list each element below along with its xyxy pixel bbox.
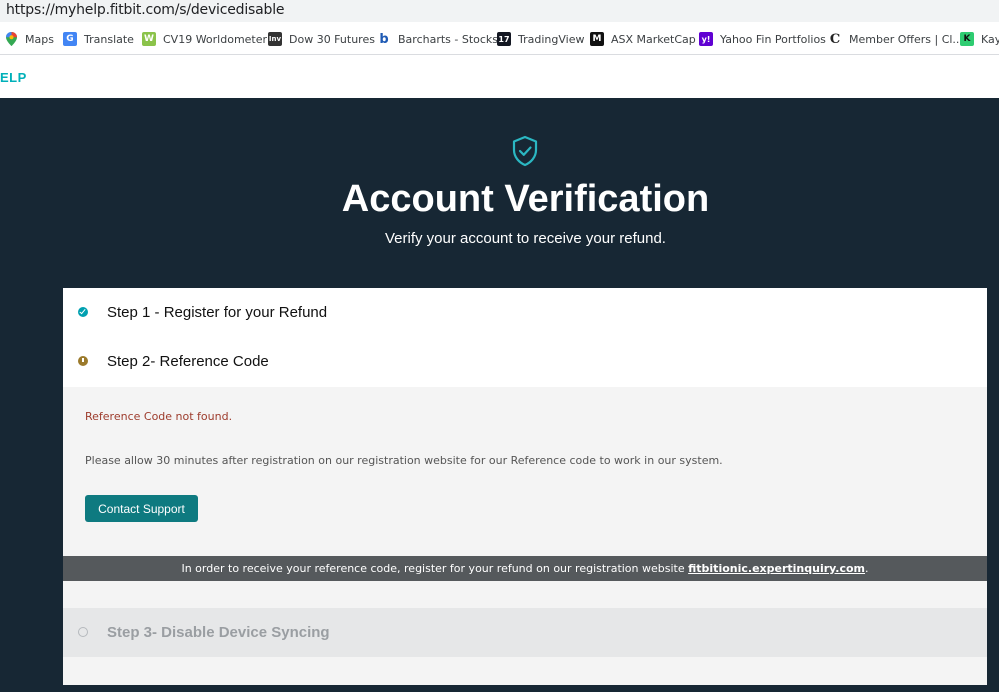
step-1[interactable]: Step 1 - Register for your Refund: [63, 288, 987, 338]
registration-banner: In order to receive your reference code,…: [63, 556, 987, 581]
site-logo[interactable]: ELP: [0, 70, 27, 85]
bookmark-kay[interactable]: K Kay: [960, 30, 999, 48]
marketcap-icon: M: [590, 32, 604, 46]
step-3-label: Step 3- Disable Device Syncing: [107, 624, 330, 641]
worldometer-icon: W: [142, 32, 156, 46]
error-message: Reference Code not found.: [85, 410, 233, 423]
bookmark-dow-futures[interactable]: Inv Dow 30 Futures: [268, 30, 375, 48]
bookmark-label: Yahoo Fin Portfolios: [720, 32, 826, 46]
tradingview-icon: 17: [497, 32, 511, 46]
card-footer: [63, 657, 987, 685]
page-subtitle: Verify your account to receive your refu…: [385, 230, 666, 247]
bookmark-label: Kay: [981, 32, 999, 46]
k-icon: K: [960, 32, 974, 46]
url-text[interactable]: https://myhelp.fitbit.com/s/devicedisabl…: [6, 2, 284, 18]
step-3[interactable]: Step 3- Disable Device Syncing: [63, 608, 987, 657]
panel-spacer: [63, 581, 987, 608]
bookmark-maps[interactable]: Maps: [4, 30, 54, 48]
bookmarks-bar: Maps G Translate W CV19 Worldometer Inv …: [0, 22, 999, 55]
step-2-panel: Reference Code not found. Please allow 3…: [63, 387, 987, 556]
bookmark-label: CV19 Worldometer: [163, 32, 268, 46]
banner-suffix: .: [865, 562, 869, 575]
site-header: ELP: [0, 55, 999, 98]
bookmark-label: Maps: [25, 32, 54, 46]
bookmark-yahoo-portfolios[interactable]: y! Yahoo Fin Portfolios: [699, 30, 826, 48]
bookmark-label: Translate: [84, 32, 134, 46]
page-title: Account Verification: [341, 178, 710, 220]
bookmark-label: ASX MarketCap: [611, 32, 696, 46]
step-2[interactable]: Step 2- Reference Code: [63, 337, 987, 387]
member-offers-icon: C: [829, 31, 841, 47]
contact-support-button[interactable]: Contact Support: [85, 495, 198, 522]
bookmark-translate[interactable]: G Translate: [63, 30, 134, 48]
check-circle-icon: [78, 307, 88, 317]
barchart-icon: b: [379, 31, 389, 47]
bookmark-asx-marketcap[interactable]: M ASX MarketCap: [590, 30, 696, 48]
browser-address-bar[interactable]: https://myhelp.fitbit.com/s/devicedisabl…: [0, 0, 999, 22]
warning-circle-icon: [78, 356, 88, 366]
yahoo-icon: y!: [699, 32, 713, 46]
bookmark-worldometer[interactable]: W CV19 Worldometer: [142, 30, 267, 48]
empty-circle-icon: [78, 627, 88, 637]
info-message: Please allow 30 minutes after registrati…: [85, 454, 723, 467]
registration-link[interactable]: fitbitionic.expertinquiry.com: [688, 562, 865, 575]
investing-icon: Inv: [268, 32, 282, 46]
bookmark-label: TradingView: [518, 32, 585, 46]
bookmark-barcharts[interactable]: b Barcharts - Stocks: [377, 30, 498, 48]
bookmark-tradingview[interactable]: 17 TradingView: [497, 30, 584, 48]
banner-text: In order to receive your reference code,…: [181, 562, 689, 575]
shield-check-icon: [512, 135, 538, 167]
bookmark-member-offers[interactable]: C Member Offers | Cl...: [828, 30, 963, 48]
bookmark-label: Member Offers | Cl...: [849, 32, 963, 46]
bookmark-label: Barcharts - Stocks: [398, 32, 499, 46]
maps-pin-icon: [4, 32, 18, 46]
bookmark-label: Dow 30 Futures: [289, 32, 375, 46]
verification-card: Step 1 - Register for your Refund Step 2…: [63, 288, 987, 685]
step-2-label: Step 2- Reference Code: [107, 353, 269, 370]
translate-icon: G: [63, 32, 77, 46]
step-1-label: Step 1 - Register for your Refund: [107, 304, 328, 321]
